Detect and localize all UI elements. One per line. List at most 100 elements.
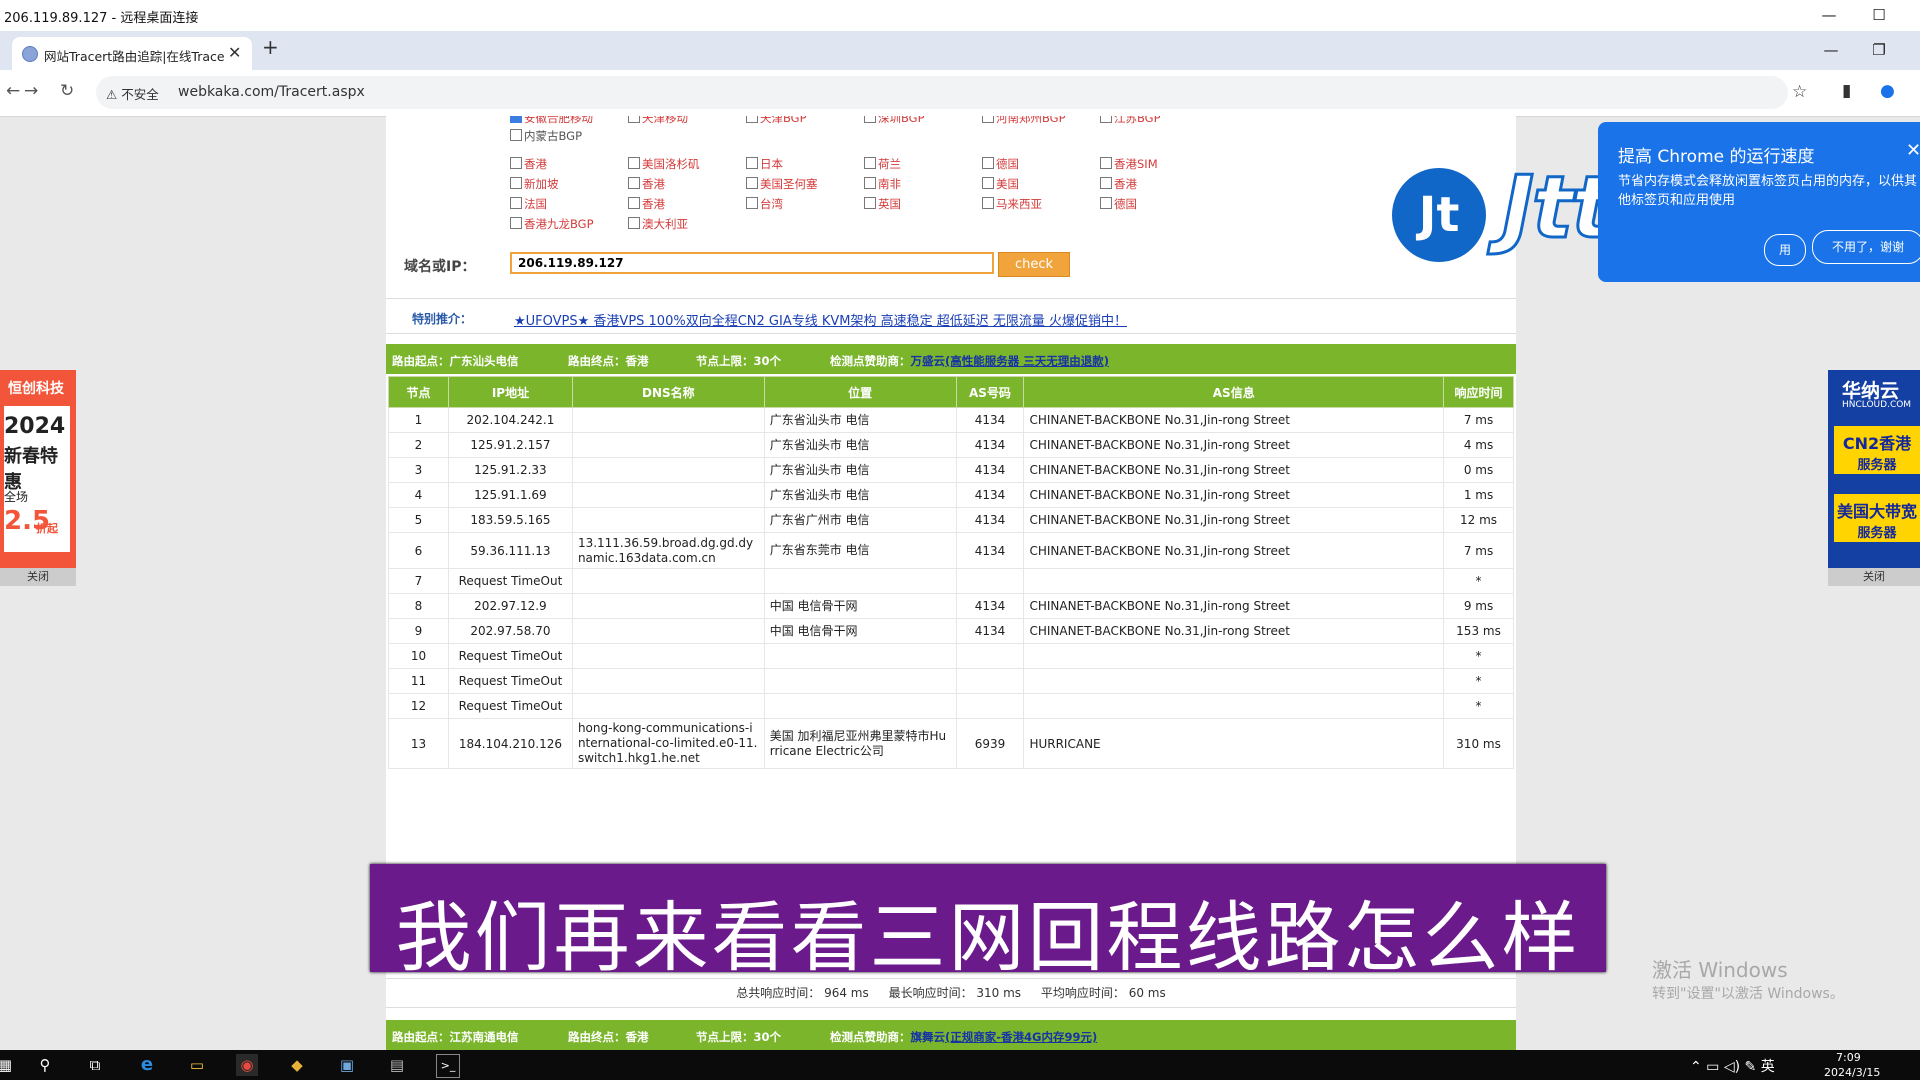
sponsor-link[interactable]: (高性能服务器 三天无理由退款) [945,354,1109,368]
node-checkbox[interactable]: 安徽合肥移动 [510,116,593,126]
popup-body: 节省内存模式会释放闲置标签页占用的内存，以供其他标签页和应用使用 [1618,174,1918,208]
node-checkbox[interactable]: 香港 [628,196,665,212]
popup-close-icon[interactable]: ✕ [1906,140,1920,161]
file-explorer-icon[interactable]: ▭ [186,1054,208,1076]
total-response-time: 总共响应时间： 964 ms [736,986,869,1000]
app-icon[interactable]: ◆ [286,1054,308,1076]
node-checkbox[interactable]: 法国 [510,196,547,212]
url-text[interactable]: webkaka.com/Tracert.aspx [178,84,365,100]
as-number-cell: 4134 [955,507,1025,533]
node-checkbox[interactable]: 澳大利亚 [628,216,688,232]
browser-tab[interactable]: 网站Tracert路由追踪|在线Tracert ✕ [12,37,252,70]
video-subtitle-band: 我们再来看看三网回程线路怎么样 [370,864,1606,982]
sponsor-name[interactable]: 万盛云 [911,354,946,368]
new-tab-button[interactable]: + [262,35,279,59]
back-icon[interactable]: ← [6,81,20,101]
left-ad-banner[interactable]: 恒创科技 2024 新春特惠 全场 2.5 折起 [0,370,76,570]
rdp-maximize-button[interactable]: ☐ [1862,4,1896,26]
node-checkbox[interactable]: 香港 [1100,176,1137,192]
node-checkbox[interactable]: 台湾 [746,196,783,212]
chrome-icon[interactable]: ◉ [236,1054,258,1076]
as-info-cell [1023,668,1445,694]
node-checkbox[interactable]: 内蒙古BGP [510,128,582,144]
sponsor-link[interactable]: (正规商家-香港4G内存99元) [945,1030,1097,1044]
node-checkbox[interactable]: 江苏BGP [1100,116,1161,126]
system-tray[interactable]: ⌃ ▭ ◁) ✎ 英 [1690,1056,1775,1076]
app-icon[interactable]: ▣ [336,1054,358,1076]
rdp-minimize-button[interactable]: — [1812,4,1846,26]
node-checkbox[interactable]: 美国圣何塞 [746,176,818,192]
as-number-cell: 4134 [955,482,1025,508]
node-checkbox[interactable]: 香港 [510,156,547,172]
check-button[interactable]: check [998,252,1070,277]
popup-enable-button[interactable]: 用 [1764,234,1806,266]
table-row: 6 59.36.111.13 13.111.36.59.broad.dg.gd.dy… [388,532,1514,569]
profile-icon[interactable]: ● [1880,81,1895,101]
node-checkbox[interactable]: 香港SIM [1100,156,1158,172]
node-checkbox[interactable]: 南非 [864,176,901,192]
node-checkbox[interactable]: 英国 [864,196,901,212]
node-checkbox[interactable]: 河南郑州BGP [982,116,1066,126]
bookmark-star-icon[interactable]: ☆ [1792,82,1807,102]
browser-restore-button[interactable]: ❐ [1862,39,1896,61]
ad-offer-2[interactable]: 美国大带宽 服务器 [1834,494,1920,542]
node-checkbox[interactable]: 新加坡 [510,176,559,192]
right-ad-close-button[interactable]: 关闭 [1828,568,1920,586]
ad-discount-unit: 折起 [36,522,58,535]
node-checkbox[interactable]: 美国 [982,176,1019,192]
ad-body: 2024 新春特惠 全场 2.5 折起 [4,406,70,552]
browser-minimize-button[interactable]: — [1814,39,1848,61]
node-checkbox[interactable]: 天津移动 [628,116,688,126]
domain-ip-input[interactable] [510,252,994,274]
ip-cell: 59.36.111.13 [447,532,573,569]
node-checkbox[interactable]: 深圳BGP [864,116,925,126]
table-row: 10 Request TimeOut * [388,643,1514,669]
node-checkbox[interactable]: 日本 [746,156,783,172]
node-checkbox[interactable]: 香港 [628,176,665,192]
response-time-cell: * [1443,668,1514,694]
tab-title: 网站Tracert路由追踪|在线Tracert [44,49,224,64]
col-header-ip: IP地址 [447,376,573,408]
ie-icon[interactable]: e [136,1054,158,1076]
node-checkbox[interactable]: 天津BGP [746,116,807,126]
as-info-cell: CHINANET-BACKBONE No.31,Jin-rong Street [1023,618,1445,644]
chrome-memory-saver-popup: 提高 Chrome 的运行速度 ✕ 节省内存模式会释放闲置标签页占用的内存，以供… [1598,122,1920,282]
tracert-table-body: 1 202.104.242.1 广东省汕头市 电信 4134 CHINANET-BACK… [388,407,1514,769]
start-icon[interactable]: ▦ [0,1054,16,1076]
terminal-icon[interactable]: >_ [436,1054,460,1078]
tab-close-icon[interactable]: ✕ [228,43,241,62]
node-cell: 9 [388,618,449,644]
right-ad-banner[interactable]: 华纳云 HNCLOUD.COM CN2香港 服务器 美国大带宽 服务器 [1828,370,1920,568]
not-secure-badge[interactable]: ⚠ 不安全 [106,84,159,103]
clock-date[interactable]: 2024/3/15 [1824,1066,1880,1079]
as-number-cell: 4134 [955,407,1025,433]
side-panel-icon[interactable]: ▮ [1842,81,1851,101]
node-checkbox[interactable]: 德国 [982,156,1019,172]
table-row: 3 125.91.2.33 广东省汕头市 电信 4134 CHINANET-BACKBO… [388,457,1514,483]
node-checkbox[interactable]: 马来西亚 [982,196,1042,212]
node-checkbox[interactable]: 美国洛杉矶 [628,156,700,172]
promo-link[interactable]: ★UFOVPS★ 香港VPS 100%双向全程CN2 GIA专线 KVM架构 高… [514,310,1127,329]
address-bar[interactable]: ⚠ 不安全 webkaka.com/Tracert.aspx ☆ [96,76,1807,109]
node-checkbox[interactable]: 德国 [1100,196,1137,212]
search-icon[interactable]: ⚲ [34,1054,56,1076]
promo-label: 特别推介： [412,312,473,326]
app-icon[interactable]: ▤ [386,1054,408,1076]
ad-offer-1[interactable]: CN2香港 服务器 [1834,426,1920,474]
response-time-cell: 0 ms [1443,457,1514,483]
clock-time[interactable]: 7:09 [1836,1051,1861,1064]
popup-dismiss-button[interactable]: 不用了，谢谢 [1812,230,1920,264]
sponsor-name[interactable]: 旗舞云 [911,1030,946,1044]
reload-icon[interactable]: ↻ [60,81,74,101]
dns-cell [571,618,765,644]
table-row: 8 202.97.12.9 中国 电信骨干网 4134 CHINANET-BACKBON… [388,593,1514,619]
windows-taskbar: ▦ ⚲ ⧉ e ▭ ◉ ◆ ▣ ▤ >_ ⌃ ▭ ◁) ✎ 英 7:09 202… [0,1050,1920,1080]
as-number-cell [955,668,1025,694]
node-checkbox[interactable]: 荷兰 [864,156,901,172]
location-cell: 广东省汕头市 电信 [763,457,957,483]
forward-icon[interactable]: → [24,81,38,101]
left-ad-close-button[interactable]: 关闭 [0,568,76,586]
task-view-icon[interactable]: ⧉ [84,1054,106,1076]
node-checkbox[interactable]: 香港九龙BGP [510,216,594,232]
ip-cell: 184.104.210.126 [447,718,573,769]
